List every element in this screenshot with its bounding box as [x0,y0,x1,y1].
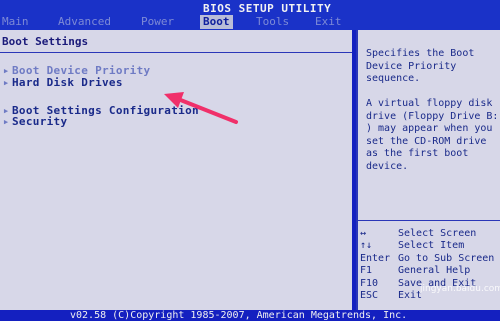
pane-heading: Boot Settings [2,35,89,48]
tab-tools[interactable]: Tools [256,15,289,29]
key-row: ↔ Select Screen [360,228,500,240]
tab-exit[interactable]: Exit [315,15,342,29]
submenu-triangle-icon: ▸ [2,76,10,89]
tab-bar: Main Advanced Power Boot Tools Exit [0,15,500,30]
key-row: ↑↓ Select Item [360,240,500,252]
help-pane: Specifies the Boot Device Priority seque… [356,30,500,310]
key-name: ESC [360,289,379,301]
top-bar: BIOS SETUP UTILITY Main Advanced Power B… [0,0,500,30]
bios-screen: BIOS SETUP UTILITY Main Advanced Power B… [0,0,500,321]
key-description: General Help [398,265,471,277]
key-name: ↑↓ [360,240,373,252]
pointer-arrow-icon [164,92,238,124]
key-description: Select Item [398,240,465,252]
copyright-text: v02.58 (C)Copyright 1985-2007, American … [70,310,408,321]
key-name: F10 [360,277,379,289]
divider [358,220,500,221]
menu-item-label: Security [12,115,68,128]
bios-title: BIOS SETUP UTILITY [203,2,332,15]
key-description: Go to Sub Screen [398,252,495,264]
bottom-bar: v02.58 (C)Copyright 1985-2007, American … [0,310,500,321]
tab-advanced[interactable]: Advanced [58,15,111,29]
submenu-triangle-icon: ▸ [2,115,10,128]
key-description: Exit [398,289,423,301]
tab-main[interactable]: Main [2,15,29,29]
key-row: F1 General Help [360,265,500,277]
menu-item-security[interactable]: ▸ Security [0,115,67,129]
help-description: Specifies the Boot Device Priority seque… [366,48,475,84]
divider [0,52,352,53]
boot-settings-pane: Boot Settings ▸ Boot Device Priority ▸ Har… [0,30,352,310]
key-name: F1 [360,265,373,277]
watermark: jingyan.baidu.com [420,284,500,294]
tab-power[interactable]: Power [141,15,174,29]
key-name: ↔ [360,228,367,239]
menu-item-label: Hard Disk Drives [12,76,123,89]
tab-boot[interactable]: Boot [200,15,233,29]
menu-item-hard-disk-drives[interactable]: ▸ Hard Disk Drives [0,76,123,90]
key-name: Enter [360,252,391,264]
key-description: Select Screen [398,228,477,239]
help-note: A virtual floppy disk drive (Floppy Driv… [366,98,499,172]
key-row: Enter Go to Sub Screen [360,253,500,265]
